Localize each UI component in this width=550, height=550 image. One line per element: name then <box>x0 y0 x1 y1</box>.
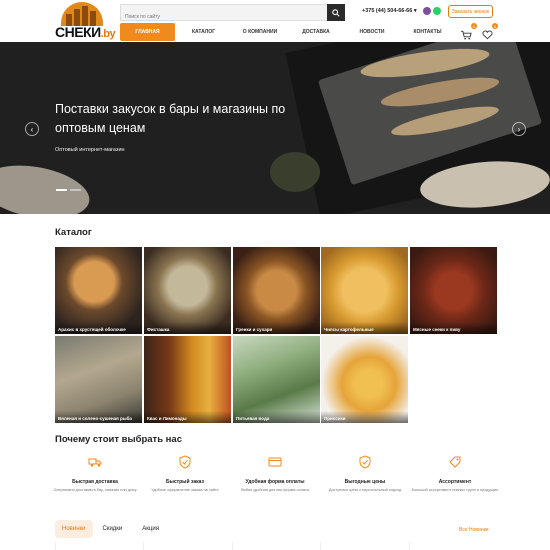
catalog-tile[interactable]: Питьевая вода <box>233 336 320 423</box>
phone-number[interactable]: +375 (44) 504-66-66 ▾ <box>362 8 417 14</box>
cart-icon <box>461 30 472 40</box>
tag-icon <box>449 456 461 468</box>
slider-dot[interactable] <box>56 189 67 191</box>
slider-next-button[interactable]: › <box>512 122 526 136</box>
search-button[interactable] <box>327 4 345 21</box>
hero-subtitle: Оптовый интернет-магазин <box>55 147 125 153</box>
catalog-tile[interactable]: Приссики <box>321 336 408 423</box>
credit-card-icon <box>268 457 282 467</box>
feature-title: Удобная форма оплаты <box>245 479 305 485</box>
why-title: Почему стоит выбрать нас <box>55 434 182 445</box>
shield-check-icon <box>359 455 371 469</box>
main-nav: Главная Каталог О компании Доставка Ново… <box>120 23 455 41</box>
feature-title: Ассортимент <box>438 479 472 485</box>
feature-desc: Оперативно доставим в бар, магазин или д… <box>53 488 137 492</box>
catalog-tile[interactable]: Чипсы картофельные <box>321 247 408 334</box>
site-logo[interactable]: СНЕКИ.by <box>55 2 116 40</box>
hero-title: Поставки закусок в бары и магазины по оп… <box>55 102 286 135</box>
nav-item-home[interactable]: Главная <box>120 23 175 41</box>
search-bar <box>120 4 345 25</box>
hero-slider: Поставки закусок в бары и магазины по оп… <box>0 42 550 214</box>
search-icon <box>332 8 340 17</box>
slider-dot[interactable] <box>70 189 81 191</box>
shield-check-icon <box>179 455 191 469</box>
order-call-button[interactable]: Заказать звонок <box>448 5 493 18</box>
catalog-tile[interactable]: Вяленая и солено-сушеная рыба <box>55 336 142 423</box>
viber-icon[interactable] <box>423 7 431 15</box>
catalog-tile-label: Квас и Лимонады <box>144 411 231 423</box>
product-tabs: Новинки Скидки Акция <box>55 520 169 538</box>
favorites-button[interactable]: 0 <box>482 23 498 40</box>
tab-promo[interactable]: Акция <box>132 520 169 538</box>
seeds-image <box>270 152 320 192</box>
catalog-tile-label: Арахис в хрустящей оболочке <box>55 322 142 334</box>
catalog-tile-label: Питьевая вода <box>233 411 320 423</box>
feature-desc: Доступные цены к персональный подход <box>328 488 402 492</box>
heart-icon <box>482 30 493 40</box>
catalog-tile-label: Вяленая и солено-сушеная рыба <box>55 411 142 423</box>
catalog-tile[interactable]: Квас и Лимонады <box>144 336 231 423</box>
chevron-down-icon[interactable]: ▾ <box>414 8 417 14</box>
feature-item: Удобная форма оплаты Любая удобная для в… <box>231 455 319 493</box>
feature-title: Быстрая доставка <box>72 479 118 485</box>
logo-text: СНЕКИ.by <box>55 24 116 40</box>
chevron-right-icon: › <box>517 124 521 134</box>
nav-item-contacts[interactable]: Контакты <box>400 23 455 41</box>
tab-discounts[interactable]: Скидки <box>93 520 133 538</box>
feature-item: Ассортимент Большой ассортимент пивных г… <box>411 455 499 493</box>
site-header: СНЕКИ.by +375 (44) 504-66-66 ▾ Заказать … <box>0 0 550 42</box>
nav-item-catalog[interactable]: Каталог <box>175 23 232 41</box>
feature-item: Быстрая доставка Оперативно доставим в б… <box>51 455 139 493</box>
product-row-top <box>55 542 497 550</box>
catalog-tile-label: Гренки и сухари <box>233 322 320 334</box>
all-new-link[interactable]: Все Новинки <box>459 527 489 533</box>
catalog-tile[interactable]: Гренки и сухари <box>233 247 320 334</box>
nav-item-news[interactable]: Новости <box>344 23 400 41</box>
slider-dots <box>56 189 81 191</box>
catalog-tile-label: Чипсы картофельные <box>321 322 408 334</box>
nav-item-about[interactable]: О компании <box>232 23 288 41</box>
catalog-tile[interactable]: Фисташка <box>144 247 231 334</box>
catalog-tile-label: Приссики <box>321 411 408 423</box>
slider-prev-button[interactable]: ‹ <box>25 122 39 136</box>
fish-image <box>0 157 94 214</box>
catalog-tile-label: Мясные снеки к пиву <box>410 322 497 334</box>
feature-desc: Большой ассортимент пивных групп и проду… <box>411 488 499 492</box>
catalog-tile-label: Фисташка <box>144 322 231 334</box>
favorites-count-badge: 0 <box>492 23 498 29</box>
cart-count-badge: 0 <box>471 23 477 29</box>
chevron-left-icon: ‹ <box>30 124 34 134</box>
feature-title: Быстрый заказ <box>166 479 204 485</box>
logo-emblem-icon <box>61 2 103 26</box>
cart-button[interactable]: 0 <box>461 23 477 40</box>
whatsapp-icon[interactable] <box>433 7 441 15</box>
feature-desc: Любая удобная для вас форма оплаты <box>240 488 310 492</box>
catalog-tile[interactable]: Арахис в хрустящей оболочке <box>55 247 142 334</box>
feature-title: Выгодные цены <box>344 479 386 485</box>
catalog-tile[interactable]: Мясные снеки к пиву <box>410 247 497 334</box>
nav-item-delivery[interactable]: Доставка <box>288 23 344 41</box>
tab-new[interactable]: Новинки <box>55 520 93 538</box>
feature-item: Быстрый заказ Удобное оформление заказа … <box>141 455 229 493</box>
feature-desc: Удобное оформление заказа на сайте <box>151 488 219 492</box>
catalog-title: Каталог <box>55 227 92 238</box>
feature-item: Выгодные цены Доступные цены к персональ… <box>321 455 409 493</box>
truck-icon <box>88 458 102 467</box>
